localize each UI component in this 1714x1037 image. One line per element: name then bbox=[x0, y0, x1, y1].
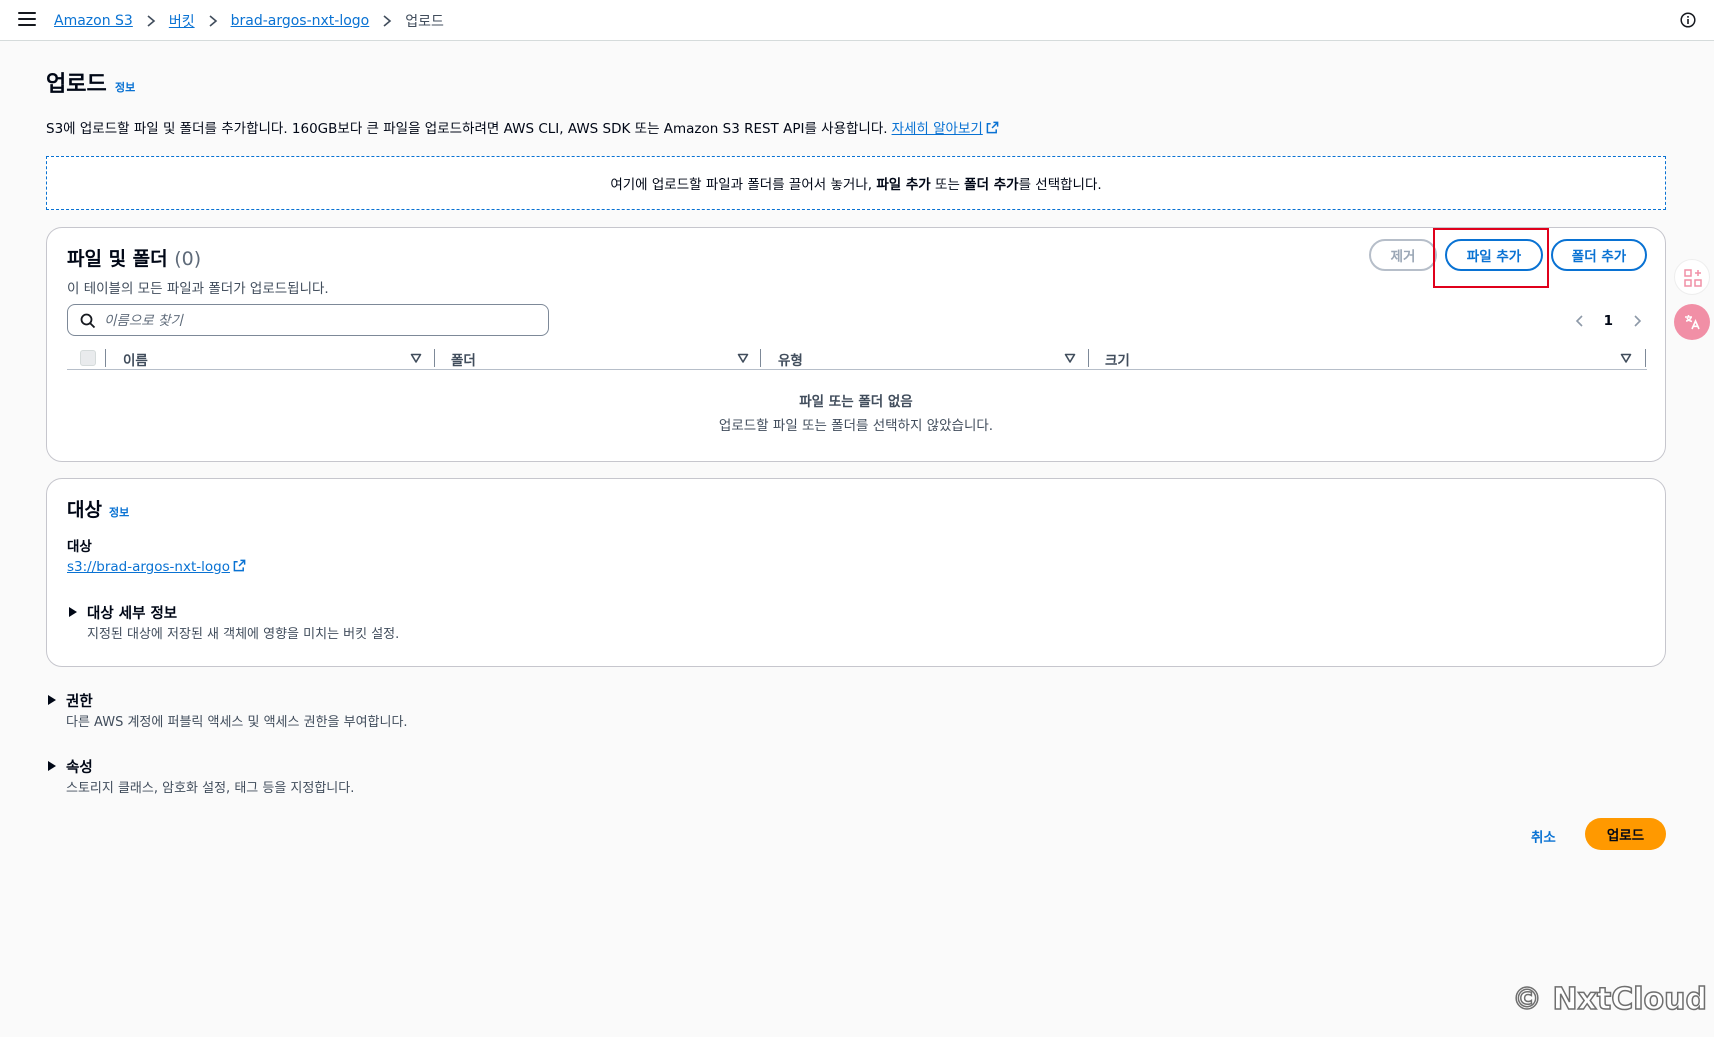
search-input[interactable] bbox=[104, 310, 534, 332]
column-divider bbox=[1088, 349, 1089, 367]
breadcrumb-amazon-s3[interactable]: Amazon S3 bbox=[54, 13, 133, 29]
destination-info-link[interactable]: 정보 bbox=[109, 504, 129, 520]
page-title: 업로드 bbox=[46, 72, 107, 97]
empty-state-subtitle: 업로드할 파일 또는 폴더를 선택하지 않았습니다. bbox=[718, 418, 994, 434]
files-section-title: 파일 및 폴더 (0) bbox=[67, 244, 201, 271]
learn-more-label: 자세히 알아보기 bbox=[891, 121, 983, 137]
properties-subtitle: 스토리지 클래스, 암호화 설정, 태그 등을 지정합니다. bbox=[66, 781, 355, 796]
next-page-icon[interactable] bbox=[1629, 313, 1645, 329]
column-divider bbox=[434, 349, 435, 367]
watermark: © NxtCloud bbox=[1511, 981, 1708, 1018]
breadcrumb-current: 업로드 bbox=[405, 14, 444, 30]
breadcrumb-buckets[interactable]: 버킷 bbox=[169, 11, 195, 31]
search-field[interactable] bbox=[67, 304, 549, 336]
extension-translate-button[interactable] bbox=[1674, 304, 1710, 340]
destination-container: 대상 정보 대상 s3://brad-argos-nxt-logo 대상 세부 … bbox=[46, 478, 1666, 667]
files-count: (0) bbox=[174, 248, 202, 270]
column-header-size[interactable]: 크기 bbox=[1105, 349, 1130, 369]
top-navigation-bar: Amazon S3 버킷 brad-argos-nxt-logo 업로드 bbox=[0, 0, 1714, 41]
cancel-button[interactable]: 취소 bbox=[1531, 826, 1556, 846]
add-folder-button[interactable]: 폴더 추가 bbox=[1551, 239, 1647, 271]
permissions-subtitle: 다른 AWS 계정에 퍼블릭 액세스 및 액세스 권한을 부여합니다. bbox=[66, 715, 408, 730]
dropzone-add-folder: 폴더 추가 bbox=[964, 177, 1019, 193]
column-divider bbox=[760, 349, 761, 367]
sort-down-icon[interactable] bbox=[1064, 352, 1076, 364]
external-link-icon bbox=[233, 559, 246, 572]
dropzone-add-files: 파일 추가 bbox=[876, 177, 931, 193]
destination-details-expander[interactable]: 대상 세부 정보 지정된 대상에 저장된 새 객체에 영향을 미치는 버킷 설정… bbox=[69, 602, 469, 644]
files-and-folders-container: 파일 및 폴더 (0) 이 테이블의 모든 파일과 폴더가 업로드됩니다. 제거… bbox=[46, 227, 1666, 462]
sort-down-icon[interactable] bbox=[1620, 352, 1632, 364]
page-description: S3에 업로드할 파일 및 폴더를 추가합니다. 160GB보다 큰 파일을 업… bbox=[46, 117, 999, 137]
properties-expander[interactable]: 속성 스토리지 클래스, 암호화 설정, 태그 등을 지정합니다. bbox=[48, 756, 468, 798]
chevron-right-icon bbox=[147, 15, 156, 27]
breadcrumb-bucket-name[interactable]: brad-argos-nxt-logo bbox=[231, 13, 370, 29]
breadcrumb: Amazon S3 버킷 brad-argos-nxt-logo 업로드 bbox=[54, 11, 444, 31]
dropzone-suffix: 를 선택합니다. bbox=[1018, 177, 1102, 193]
chevron-right-icon bbox=[209, 15, 217, 27]
permissions-title: 권한 bbox=[66, 694, 93, 710]
page-number[interactable]: 1 bbox=[1604, 313, 1613, 329]
pagination: 1 bbox=[1572, 312, 1645, 330]
destination-url: s3://brad-argos-nxt-logo bbox=[67, 559, 230, 575]
description-text: S3에 업로드할 파일 및 폴더를 추가합니다. 160GB보다 큰 파일을 업… bbox=[46, 121, 888, 137]
files-section-subtitle: 이 테이블의 모든 파일과 폴더가 업로드됩니다. bbox=[67, 281, 329, 297]
column-header-name[interactable]: 이름 bbox=[123, 349, 148, 369]
dropzone-prefix: 여기에 업로드할 파일과 폴더를 끌어서 놓거나, bbox=[610, 177, 873, 193]
column-divider bbox=[1645, 349, 1646, 367]
learn-more-link[interactable]: 자세히 알아보기 bbox=[892, 121, 999, 137]
destination-details-title: 대상 세부 정보 bbox=[87, 606, 178, 622]
files-section-title-text: 파일 및 폴더 bbox=[67, 248, 168, 270]
file-drop-zone[interactable]: 여기에 업로드할 파일과 폴더를 끌어서 놓거나, 파일 추가 또는 폴더 추가… bbox=[46, 156, 1666, 210]
select-all-checkbox[interactable] bbox=[80, 350, 96, 366]
chevron-right-icon bbox=[383, 15, 392, 27]
destination-field-label: 대상 bbox=[67, 539, 92, 555]
column-divider bbox=[105, 349, 106, 367]
permissions-expander[interactable]: 권한 다른 AWS 계정에 퍼블릭 액세스 및 액세스 권한을 부여합니다. bbox=[48, 690, 468, 732]
properties-title: 속성 bbox=[66, 760, 93, 776]
hamburger-menu-icon[interactable] bbox=[18, 12, 36, 28]
info-circle-icon[interactable] bbox=[1680, 12, 1696, 28]
dropzone-middle: 또는 bbox=[935, 177, 960, 193]
translate-icon bbox=[1685, 315, 1700, 330]
table-header: 이름 폴더 유형 크기 bbox=[67, 346, 1647, 370]
previous-page-icon[interactable] bbox=[1572, 313, 1588, 329]
external-link-icon bbox=[986, 121, 999, 134]
sort-down-icon[interactable] bbox=[737, 352, 749, 364]
caret-right-icon bbox=[48, 761, 56, 771]
extension-apps-button[interactable] bbox=[1674, 259, 1710, 295]
page-info-link[interactable]: 정보 bbox=[115, 79, 135, 95]
empty-state-title: 파일 또는 폴더 없음 bbox=[799, 394, 913, 410]
column-header-folder[interactable]: 폴더 bbox=[451, 349, 476, 369]
upload-button[interactable]: 업로드 bbox=[1585, 818, 1666, 850]
remove-button[interactable]: 제거 bbox=[1369, 239, 1437, 271]
caret-right-icon bbox=[69, 607, 77, 617]
destination-details-subtitle: 지정된 대상에 저장된 새 객체에 영향을 미치는 버킷 설정. bbox=[87, 627, 400, 642]
destination-section-title: 대상 bbox=[67, 499, 102, 521]
search-icon bbox=[80, 313, 96, 329]
highlight-box bbox=[1433, 228, 1549, 288]
caret-right-icon bbox=[48, 695, 56, 705]
column-header-type[interactable]: 유형 bbox=[778, 349, 803, 369]
sort-down-icon[interactable] bbox=[410, 352, 422, 364]
apps-add-icon bbox=[1684, 269, 1702, 287]
destination-url-link[interactable]: s3://brad-argos-nxt-logo bbox=[67, 559, 246, 575]
